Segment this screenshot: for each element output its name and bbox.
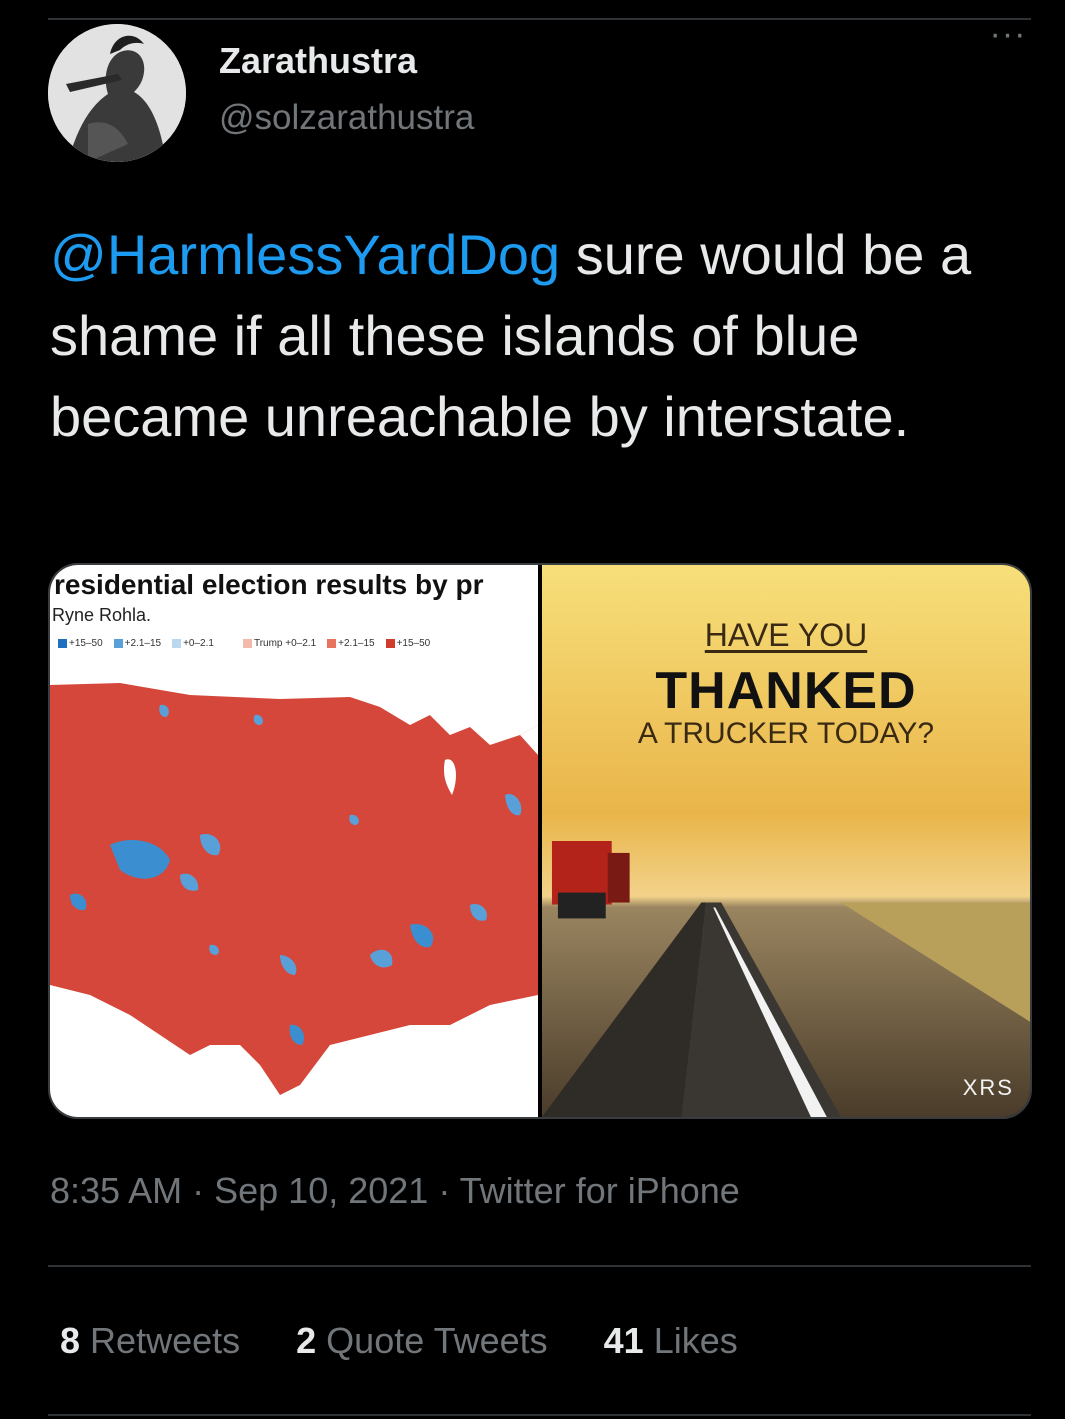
avatar[interactable] <box>48 24 186 162</box>
meta-separator: · <box>192 1170 215 1211</box>
tweet-metadata: 8:35 AM · Sep 10, 2021 · Twitter for iPh… <box>50 1170 740 1212</box>
legend-item: +0–2.1 <box>172 638 214 649</box>
tweet-source[interactable]: Twitter for iPhone <box>460 1170 740 1211</box>
avatar-image <box>48 24 186 162</box>
likes-count: 41 <box>603 1320 644 1361</box>
retweets-count: 8 <box>60 1320 81 1361</box>
tweet-date[interactable]: Sep 10, 2021 <box>214 1170 428 1211</box>
xrs-logo: XRS <box>962 1075 1014 1100</box>
legend-item: +15–50 <box>58 638 103 649</box>
map-legend: +15–50 +2.1–15 +0–2.1 Trump +0–2.1 +2.1–… <box>58 638 437 649</box>
author-handle[interactable]: @solzarathustra <box>219 98 474 138</box>
quotes-label: Quote Tweets <box>326 1320 548 1361</box>
map-credit: Ryne Rohla. <box>52 605 152 625</box>
bottom-divider <box>48 1414 1031 1416</box>
likes-label: Likes <box>653 1320 738 1361</box>
legend-item: Trump +0–2.1 <box>242 638 316 649</box>
more-options-icon[interactable]: ··· <box>984 17 1032 51</box>
trucker-headline-line1: HAVE YOU <box>704 617 868 653</box>
tweet-text: @HarmlessYardDog sure would be a shame i… <box>50 214 1030 457</box>
legend-item: +15–50 <box>385 638 430 649</box>
mention-link[interactable]: @HarmlessYardDog <box>50 223 560 286</box>
trucker-headline-line3: A TRUCKER TODAY? <box>637 717 935 750</box>
stats-divider <box>48 1265 1031 1267</box>
quote-tweets-stat[interactable]: 2 Quote Tweets <box>296 1320 548 1362</box>
retweets-label: Retweets <box>90 1320 241 1361</box>
map-title: residential election results by pr <box>54 569 484 600</box>
us-county-map <box>50 683 538 1095</box>
election-map-image[interactable]: residential election results by pr Ryne … <box>50 565 538 1117</box>
retweets-stat[interactable]: 8 Retweets <box>60 1320 240 1362</box>
author-display-name[interactable]: Zarathustra <box>219 40 417 82</box>
legend-item: +2.1–15 <box>113 638 161 649</box>
trucker-headline-line2: THANKED <box>655 662 917 720</box>
trucker-image[interactable]: HAVE YOU THANKED A TRUCKER TODAY? XRS <box>542 565 1030 1117</box>
tweet-time[interactable]: 8:35 AM <box>50 1170 182 1211</box>
likes-stat[interactable]: 41 Likes <box>604 1320 738 1362</box>
engagement-stats: 8 Retweets 2 Quote Tweets 41 Likes <box>60 1320 738 1362</box>
top-divider <box>48 18 1031 20</box>
media-grid[interactable]: residential election results by pr Ryne … <box>48 563 1032 1119</box>
meta-separator: · <box>438 1170 460 1211</box>
legend-item: +2.1–15 <box>327 638 375 649</box>
quotes-count: 2 <box>296 1320 317 1361</box>
